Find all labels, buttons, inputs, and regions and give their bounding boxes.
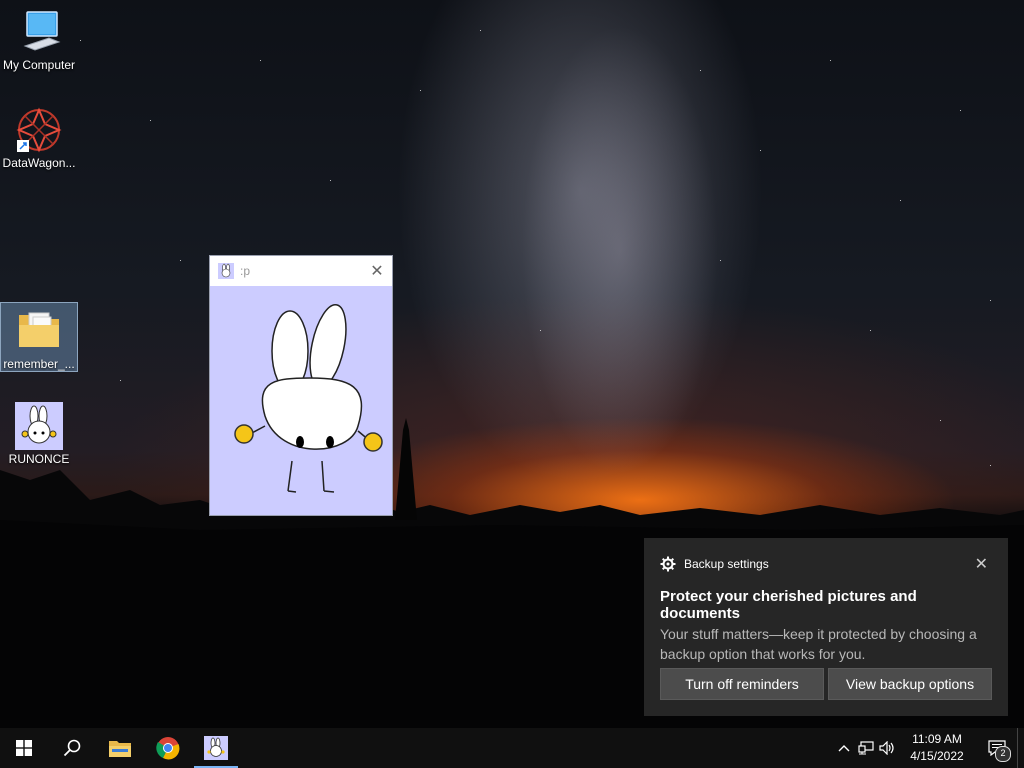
action-center-button[interactable]: 2 [977, 728, 1017, 768]
speaker-icon [879, 741, 894, 755]
windows-logo-icon [16, 740, 32, 756]
notification-count-badge: 2 [995, 746, 1011, 762]
toast-title: Protect your cherished pictures and docu… [660, 588, 917, 622]
bunny-canvas[interactable] [210, 286, 392, 515]
taskbar: 11:09 AM 4/15/2022 2 [0, 728, 1024, 768]
toast-app-name: Backup settings [684, 557, 769, 571]
volume-button[interactable] [877, 728, 899, 768]
desktop-icon-remember-folder[interactable]: remember_... [0, 302, 78, 372]
taskbar-chrome[interactable] [144, 728, 192, 768]
desktop-icon-label: DataWagon... [2, 156, 76, 170]
bunny-window-titlebar[interactable]: :p ✕ [210, 256, 392, 285]
desktop-icon-datawagon[interactable]: DataWagon... [0, 106, 78, 176]
desktop-icon-label: My Computer [2, 58, 76, 72]
taskbar-runonce-app[interactable] [192, 728, 240, 768]
folder-icon [15, 307, 63, 355]
computer-icon [15, 8, 63, 56]
desktop-icon-label: RUNONCE [8, 452, 70, 466]
start-button[interactable] [0, 728, 48, 768]
gear-icon [660, 556, 676, 572]
taskbar-file-explorer[interactable] [96, 728, 144, 768]
show-hidden-icons-button[interactable] [833, 728, 855, 768]
chrome-icon [156, 737, 180, 760]
clock-date: 4/15/2022 [910, 749, 964, 763]
desktop-icon-runonce[interactable]: RUNONCE [0, 402, 78, 472]
view-backup-options-button[interactable]: View backup options [828, 668, 992, 700]
toast-button-row: Turn off reminders View backup options [660, 668, 992, 700]
network-icon [858, 741, 874, 755]
bunny-illustration [234, 304, 383, 493]
toast-close-button[interactable]: ✕ [975, 554, 988, 574]
chevron-up-icon [838, 745, 850, 752]
clock-time: 11:09 AM [912, 732, 962, 746]
file-explorer-icon [109, 741, 131, 757]
toast-body: Your stuff matters—keep it protected by … [660, 626, 977, 662]
system-tray: 11:09 AM 4/15/2022 2 [833, 728, 1024, 768]
bunny-window-close-button[interactable]: ✕ [368, 262, 386, 280]
toast-header: Backup settings [660, 538, 992, 590]
backup-toast-notification[interactable]: Backup settings ✕ Protect your cherished… [644, 538, 1008, 716]
taskbar-clock[interactable]: 11:09 AM 4/15/2022 [905, 731, 969, 765]
show-desktop-button[interactable] [1017, 728, 1024, 768]
desktop-icon-my-computer[interactable]: My Computer [0, 8, 78, 78]
search-icon [63, 739, 81, 757]
bunny-icon [204, 736, 228, 760]
network-button[interactable] [855, 728, 877, 768]
bunny-icon [15, 402, 63, 450]
desktop-icon-label: remember_... [3, 357, 75, 371]
bunny-window-title: :p [240, 263, 251, 278]
search-button[interactable] [48, 728, 96, 768]
turn-off-reminders-button[interactable]: Turn off reminders [660, 668, 824, 700]
datawagon-icon [15, 106, 63, 154]
bunny-window[interactable]: :p ✕ [209, 255, 393, 516]
bunny-app-icon [218, 262, 234, 279]
